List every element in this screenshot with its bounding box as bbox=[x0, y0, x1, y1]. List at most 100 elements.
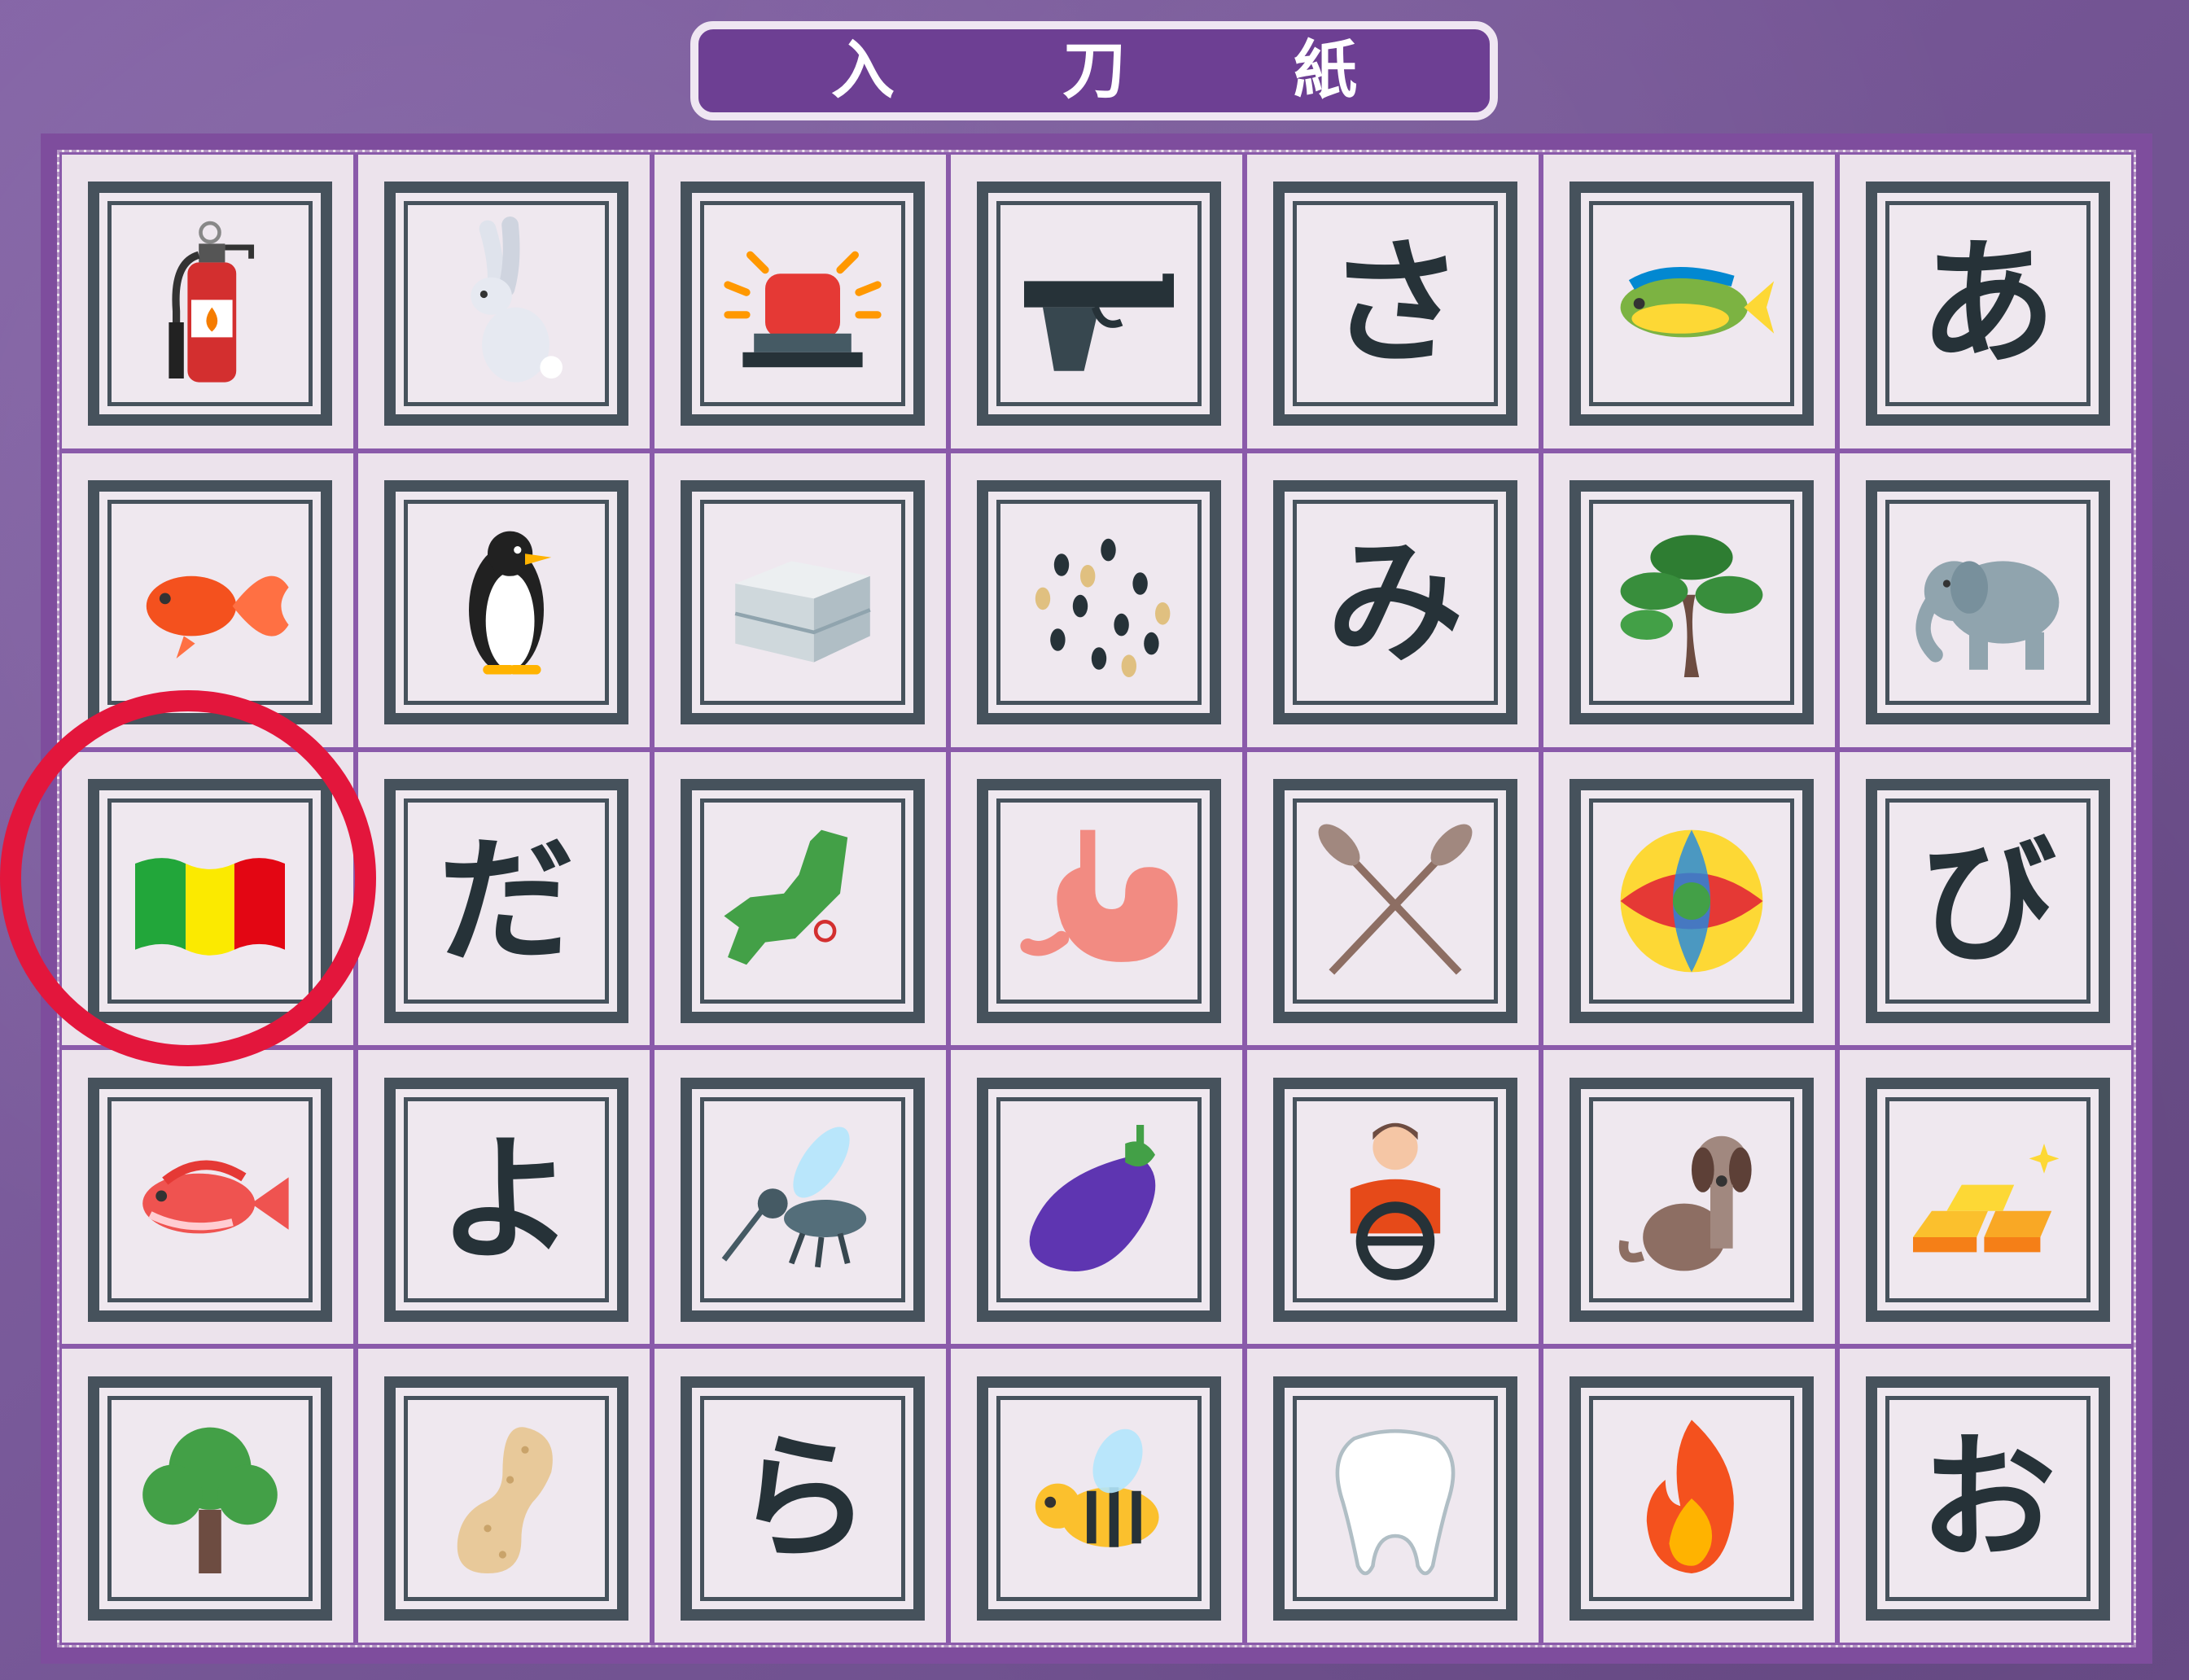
grid-cell[interactable] bbox=[1541, 152, 1837, 451]
card-tile[interactable] bbox=[1866, 480, 2110, 725]
grid-cell[interactable] bbox=[59, 152, 356, 451]
pine-tree-icon bbox=[1598, 509, 1785, 696]
kana-label: あ bbox=[1920, 224, 2056, 384]
card-tile[interactable]: ら bbox=[681, 1376, 925, 1621]
grid-cell[interactable] bbox=[1245, 1048, 1541, 1347]
mahi-mahi-fish-icon bbox=[1598, 210, 1785, 397]
bee-icon bbox=[1005, 1405, 1193, 1592]
grid-cell[interactable] bbox=[1541, 450, 1837, 750]
grid-cell[interactable] bbox=[948, 450, 1245, 750]
grid-cell[interactable] bbox=[59, 1346, 356, 1645]
steamer-box-icon bbox=[709, 509, 896, 696]
grid-cell[interactable] bbox=[356, 450, 652, 750]
grid-cell[interactable] bbox=[948, 749, 1245, 1048]
card-tile[interactable] bbox=[977, 182, 1221, 427]
card-tile[interactable]: よ bbox=[384, 1077, 628, 1322]
sea-bream-icon bbox=[116, 1106, 304, 1293]
grid-cell[interactable] bbox=[1837, 450, 2134, 750]
siren-light-icon bbox=[709, 210, 896, 397]
card-tile[interactable] bbox=[384, 182, 628, 427]
kana-label: だ bbox=[438, 820, 575, 981]
grid-cell[interactable] bbox=[1541, 749, 1837, 1048]
card-tile[interactable] bbox=[977, 480, 1221, 725]
card-tile[interactable]: さ bbox=[1273, 182, 1517, 427]
temari-ball-icon bbox=[1598, 807, 1785, 995]
grid-cell[interactable] bbox=[948, 1048, 1245, 1347]
grid-cell[interactable] bbox=[1541, 1048, 1837, 1347]
grid-cell[interactable] bbox=[1541, 1346, 1837, 1645]
fire-icon bbox=[1598, 1405, 1785, 1592]
card-tile[interactable] bbox=[977, 778, 1221, 1023]
card-tile[interactable] bbox=[1570, 480, 1814, 725]
grid-cell[interactable]: あ bbox=[1837, 152, 2134, 451]
grid-cell[interactable] bbox=[948, 152, 1245, 451]
card-tile[interactable] bbox=[681, 182, 925, 427]
kana-label: お bbox=[1920, 1418, 2056, 1578]
grid-cell[interactable] bbox=[652, 450, 948, 750]
grid-cell[interactable]: お bbox=[1837, 1346, 2134, 1645]
stomach-icon bbox=[1005, 807, 1193, 995]
card-tile[interactable] bbox=[1570, 1376, 1814, 1621]
card-tile[interactable] bbox=[977, 1077, 1221, 1322]
card-tile[interactable] bbox=[384, 480, 628, 725]
card-tile[interactable]: び bbox=[1866, 778, 2110, 1023]
title-char-1: 入 bbox=[830, 34, 895, 107]
card-tile[interactable] bbox=[1570, 182, 1814, 427]
grid-cell[interactable] bbox=[652, 152, 948, 451]
grid-cell[interactable] bbox=[356, 1346, 652, 1645]
elephant-icon bbox=[1894, 509, 2082, 696]
title-banner: 入 刀 紙 bbox=[690, 21, 1498, 120]
grid-cell[interactable] bbox=[1245, 749, 1541, 1048]
kana-label: よ bbox=[438, 1119, 575, 1280]
card-tile[interactable] bbox=[977, 1376, 1221, 1621]
card-tile[interactable] bbox=[384, 1376, 628, 1621]
grid-cell[interactable] bbox=[59, 1048, 356, 1347]
grid-cell[interactable] bbox=[1837, 1048, 2134, 1347]
grid-cell[interactable] bbox=[652, 749, 948, 1048]
card-tile[interactable] bbox=[1866, 1077, 2110, 1322]
card-tile[interactable] bbox=[1570, 1077, 1814, 1322]
card-tile[interactable] bbox=[681, 1077, 925, 1322]
card-tile[interactable] bbox=[88, 1077, 332, 1322]
kana-label: び bbox=[1920, 820, 2056, 981]
card-tile[interactable] bbox=[681, 480, 925, 725]
card-tile[interactable]: だ bbox=[384, 778, 628, 1023]
card-tile[interactable] bbox=[88, 480, 332, 725]
card-tile[interactable] bbox=[1273, 1077, 1517, 1322]
title-char-3: 紙 bbox=[1293, 34, 1357, 107]
grid-cell[interactable]: だ bbox=[356, 749, 652, 1048]
fire-extinguisher-icon bbox=[116, 210, 304, 397]
mosquito-icon bbox=[709, 1106, 896, 1293]
card-tile[interactable] bbox=[88, 778, 332, 1023]
game-board: さ あみだ びよら お bbox=[41, 133, 2152, 1664]
sesame-seeds-icon bbox=[1005, 509, 1193, 696]
grid-cell[interactable] bbox=[1245, 1346, 1541, 1645]
grid-cell[interactable]: ら bbox=[652, 1346, 948, 1645]
card-tile[interactable]: み bbox=[1273, 480, 1517, 725]
kana-label: さ bbox=[1327, 224, 1464, 384]
card-tile[interactable]: お bbox=[1866, 1376, 2110, 1621]
grid-cell[interactable]: よ bbox=[356, 1048, 652, 1347]
grid-cell[interactable] bbox=[59, 749, 356, 1048]
card-tile[interactable] bbox=[1273, 778, 1517, 1023]
card-tile[interactable] bbox=[88, 1376, 332, 1621]
grid-cell[interactable]: み bbox=[1245, 450, 1541, 750]
crossed-oars-icon bbox=[1302, 807, 1489, 995]
grid-cell[interactable]: び bbox=[1837, 749, 2134, 1048]
peanut-icon bbox=[413, 1405, 600, 1592]
grid-cell[interactable] bbox=[948, 1346, 1245, 1645]
grid-cell[interactable] bbox=[356, 152, 652, 451]
tree-icon bbox=[116, 1405, 304, 1592]
card-tile[interactable] bbox=[1570, 778, 1814, 1023]
grid-cell[interactable] bbox=[652, 1048, 948, 1347]
card-tile[interactable] bbox=[681, 778, 925, 1023]
card-tile[interactable]: あ bbox=[1866, 182, 2110, 427]
card-tile[interactable] bbox=[1273, 1376, 1517, 1621]
grid-cell[interactable]: さ bbox=[1245, 152, 1541, 451]
title-char-2: 刀 bbox=[1062, 34, 1126, 107]
kana-label: ら bbox=[734, 1418, 871, 1578]
japan-map-icon bbox=[709, 807, 896, 995]
card-tile[interactable] bbox=[88, 182, 332, 427]
grid-cell[interactable] bbox=[59, 450, 356, 750]
eggplant-icon bbox=[1005, 1106, 1193, 1293]
